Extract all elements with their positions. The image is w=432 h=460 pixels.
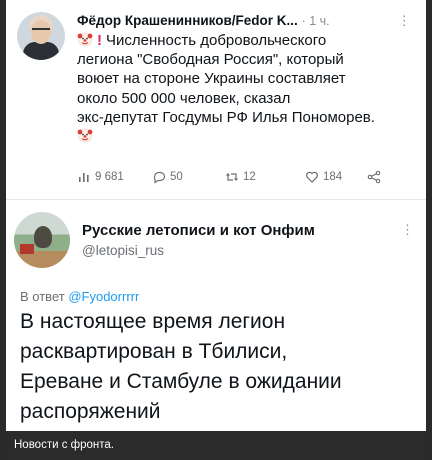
tweet-line: воюет на стороне Украины составляет — [77, 70, 346, 88]
reply-context: В ответ @Fyodorrrrr — [20, 289, 139, 304]
reply-mention-link[interactable]: @Fyodorrrrr — [68, 289, 139, 304]
like-icon — [306, 171, 318, 183]
retweet-icon — [226, 173, 238, 181]
tweet-line: распоряжений — [20, 400, 161, 423]
views-chart-icon — [79, 173, 89, 182]
screenshot-card: Фёдор Крашенинников/Fedor K... · 1 ч. ⋮ … — [6, 0, 426, 431]
retweet-button[interactable]: 12 — [225, 170, 256, 184]
author-avatar[interactable] — [14, 212, 70, 268]
avatar-detail — [20, 244, 34, 254]
clown-emoji-icon — [77, 32, 93, 47]
tweet-actions: 9 681 50 12 184 — [77, 170, 422, 188]
channel-caption: Новости с фронта. — [6, 432, 426, 460]
tweet-line: около 500 000 человек, сказал — [77, 89, 291, 107]
views-count: 9 681 — [95, 171, 124, 183]
tweet-line: расквартирован в Тбилиси, — [20, 340, 288, 363]
share-icon — [367, 170, 381, 184]
avatar-suit — [23, 42, 59, 60]
views-stat[interactable]: 9 681 — [77, 170, 124, 184]
tweet-line-text: Численность добровольческого — [106, 32, 327, 49]
tweet-text: ! Численность добровольческого легиона "С… — [77, 31, 417, 146]
avatar-glasses — [32, 28, 50, 34]
like-button[interactable]: 184 — [305, 170, 342, 184]
tweet-line: Ереване и Стамбуле в ожидании — [20, 370, 342, 393]
tweet-line: ! Численность добровольческого — [77, 31, 417, 50]
exclamation-mark: ! — [97, 32, 102, 49]
reply-prefix: В ответ — [20, 289, 65, 304]
author-name[interactable]: Русские летописи и кот Онфим — [82, 222, 315, 239]
clown-emoji-icon — [77, 128, 93, 143]
caption-text: Новости с фронта. — [14, 439, 114, 451]
tweet-text: В настоящее время легион расквартирован … — [20, 307, 420, 427]
retweet-count: 12 — [243, 171, 256, 183]
tweet-line — [77, 127, 417, 146]
author-handle[interactable]: @letopisi_rus — [82, 243, 164, 258]
author-name[interactable]: Фёдор Крашенинников/Fedor K... — [77, 13, 298, 28]
share-button[interactable] — [367, 170, 381, 184]
tweet-header: Фёдор Крашенинников/Fedor K... · 1 ч. ⋮ — [77, 13, 417, 28]
author-avatar[interactable] — [17, 12, 65, 60]
reply-icon — [153, 171, 166, 184]
tweet-line: экс-депутат Госдумы РФ Илья Пономорев. — [77, 108, 375, 126]
tweet-time[interactable]: · 1 ч. — [302, 14, 330, 28]
like-count: 184 — [323, 171, 343, 183]
more-options-icon[interactable]: ⋮ — [398, 13, 412, 29]
tweet-divider — [6, 199, 426, 200]
avatar-cat — [34, 226, 52, 248]
more-options-icon[interactable]: ⋮ — [401, 222, 414, 238]
reply-button[interactable]: 50 — [152, 170, 183, 184]
tweet-line: В настоящее время легион — [20, 310, 286, 333]
reply-count: 50 — [170, 171, 183, 183]
tweet-line: легиона "Свободная Россия", который — [77, 51, 344, 69]
